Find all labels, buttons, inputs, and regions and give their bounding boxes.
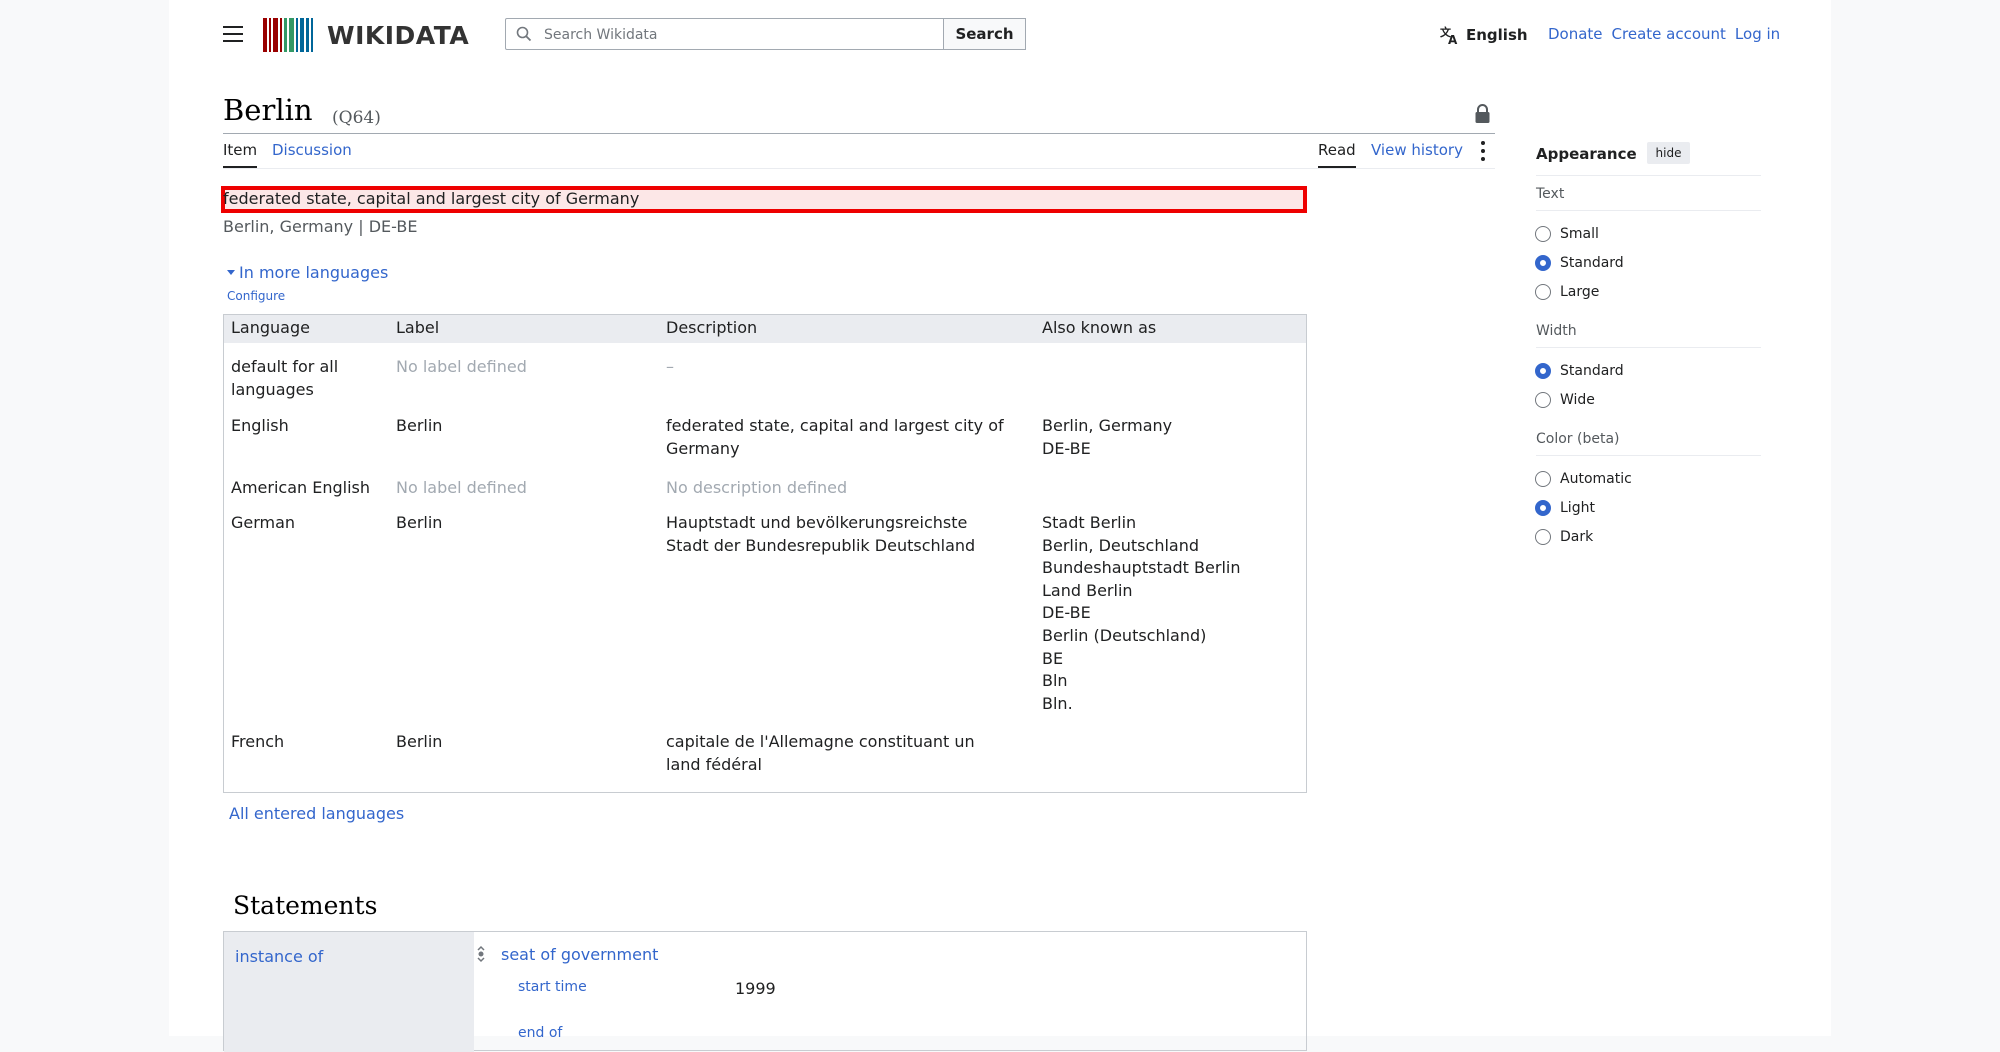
- item-id: (Q64): [332, 108, 381, 128]
- wikidata-logo[interactable]: WIKIDATA: [263, 18, 469, 52]
- text-section-label: Text: [1536, 186, 1565, 202]
- row-american-english-language: American English: [231, 478, 370, 497]
- option-label: Light: [1560, 500, 1595, 516]
- color-automatic-option[interactable]: Automatic: [1535, 469, 1632, 489]
- tabs-divider: [223, 168, 1495, 169]
- text-section-divider: [1536, 210, 1761, 211]
- property-link[interactable]: instance of: [235, 947, 323, 966]
- option-label: Standard: [1560, 363, 1624, 379]
- column-header-aliases: Also known as: [1042, 318, 1157, 337]
- translate-icon: 文 A: [1440, 25, 1458, 45]
- lock-icon[interactable]: [1474, 104, 1491, 124]
- row-american-english-label: No label defined: [396, 478, 527, 497]
- item-description[interactable]: federated state, capital and largest cit…: [223, 189, 1303, 208]
- logo-wordmark: WIKIDATA: [327, 20, 470, 50]
- title-divider: [223, 133, 1495, 134]
- appearance-hide-button[interactable]: hide: [1647, 142, 1690, 164]
- donate-link[interactable]: Donate: [1548, 25, 1603, 43]
- width-section-divider: [1536, 347, 1761, 348]
- row-american-english-description: No description defined: [666, 478, 848, 497]
- text-size-small-option[interactable]: Small: [1535, 224, 1599, 244]
- text-size-standard-option[interactable]: Standard: [1535, 253, 1624, 273]
- in-more-languages-toggle[interactable]: In more languages: [227, 263, 388, 282]
- qualifier-property-link-2[interactable]: end of: [518, 1025, 562, 1041]
- color-dark-option[interactable]: Dark: [1535, 527, 1593, 547]
- tab-read[interactable]: Read: [1318, 141, 1356, 168]
- row-german-label: Berlin: [396, 513, 443, 532]
- search-button[interactable]: Search: [944, 18, 1026, 50]
- row-default-label: No label defined: [396, 357, 527, 376]
- column-header-label: Label: [396, 318, 440, 337]
- appearance-divider: [1536, 175, 1761, 176]
- row-german-language: German: [231, 513, 296, 532]
- color-light-option[interactable]: Light: [1535, 498, 1595, 518]
- row-french-label: Berlin: [396, 732, 443, 751]
- row-french-description: capitale de l'Allemagne constituant un l…: [666, 732, 975, 774]
- language-label: English: [1466, 26, 1528, 44]
- color-section-label: Color (beta): [1536, 431, 1620, 447]
- option-label: Wide: [1560, 392, 1595, 408]
- radio-button[interactable]: [1535, 471, 1551, 487]
- item-aliases: Berlin, Germany | DE-BE: [223, 217, 418, 236]
- languages-table: Language Label Description Also known as…: [223, 314, 1307, 793]
- search-icon: [516, 26, 532, 42]
- option-label: Small: [1560, 226, 1599, 242]
- width-section-label: Width: [1536, 323, 1577, 339]
- search-input[interactable]: [542, 23, 936, 47]
- radio-button[interactable]: [1535, 226, 1551, 242]
- radio-button[interactable]: [1535, 255, 1551, 271]
- qualifier-value: 1999: [735, 979, 776, 998]
- statement-value-link[interactable]: seat of government: [501, 945, 658, 964]
- create-account-link[interactable]: Create account: [1612, 25, 1726, 43]
- radio-button[interactable]: [1535, 500, 1551, 516]
- log-in-link[interactable]: Log in: [1735, 25, 1780, 43]
- row-german-description: Hauptstadt und bevölkerungsreichste Stad…: [666, 513, 976, 555]
- text-size-large-option[interactable]: Large: [1535, 282, 1599, 302]
- language-selector[interactable]: 文 A English: [1440, 24, 1528, 46]
- row-french-language: French: [231, 732, 285, 751]
- radio-button[interactable]: [1535, 363, 1551, 379]
- tab-discussion[interactable]: Discussion: [272, 141, 352, 159]
- color-section-divider: [1536, 455, 1761, 456]
- qualifier-property-link[interactable]: start time: [518, 979, 587, 995]
- row-english-aliases: Berlin, Germany DE-BE: [1042, 416, 1173, 458]
- statements-heading: Statements: [233, 891, 378, 920]
- tab-view-history[interactable]: View history: [1371, 141, 1463, 159]
- row-english-label: Berlin: [396, 416, 443, 435]
- appearance-title: Appearance: [1536, 145, 1637, 163]
- caret-down-icon: [227, 270, 235, 275]
- configure-link[interactable]: Configure: [227, 289, 285, 303]
- row-german-aliases: Stadt Berlin Berlin, Deutschland Bundesh…: [1042, 513, 1241, 713]
- width-standard-option[interactable]: Standard: [1535, 361, 1624, 381]
- barcode-logo-icon: [263, 18, 315, 52]
- option-label: Dark: [1560, 529, 1594, 545]
- radio-button[interactable]: [1535, 284, 1551, 300]
- row-english-description: federated state, capital and largest cit…: [666, 416, 1004, 458]
- row-english-language: English: [231, 416, 289, 435]
- statement-property-cell: instance of: [224, 932, 474, 1052]
- personal-tools: Donate Create account Log in: [1548, 25, 1780, 43]
- svg-text:A: A: [1448, 33, 1458, 45]
- option-label: Large: [1560, 284, 1600, 300]
- option-label: Standard: [1560, 255, 1624, 271]
- main-menu-button[interactable]: [223, 26, 243, 44]
- column-header-description: Description: [666, 318, 758, 337]
- tab-item[interactable]: Item: [223, 141, 258, 168]
- rank-selector-icon[interactable]: [476, 945, 486, 963]
- row-default-description: –: [666, 357, 674, 376]
- width-wide-option[interactable]: Wide: [1535, 390, 1595, 410]
- row-default-language: default for all languages: [231, 357, 339, 399]
- option-label: Automatic: [1560, 471, 1632, 487]
- radio-button[interactable]: [1535, 529, 1551, 545]
- more-actions-icon[interactable]: [1481, 141, 1485, 165]
- radio-button[interactable]: [1535, 392, 1551, 408]
- all-entered-languages-link[interactable]: All entered languages: [229, 804, 404, 823]
- page-title: Berlin: [223, 93, 313, 127]
- search-field[interactable]: [505, 18, 944, 50]
- column-header-language: Language: [231, 318, 310, 337]
- in-more-languages-label: In more languages: [239, 263, 389, 282]
